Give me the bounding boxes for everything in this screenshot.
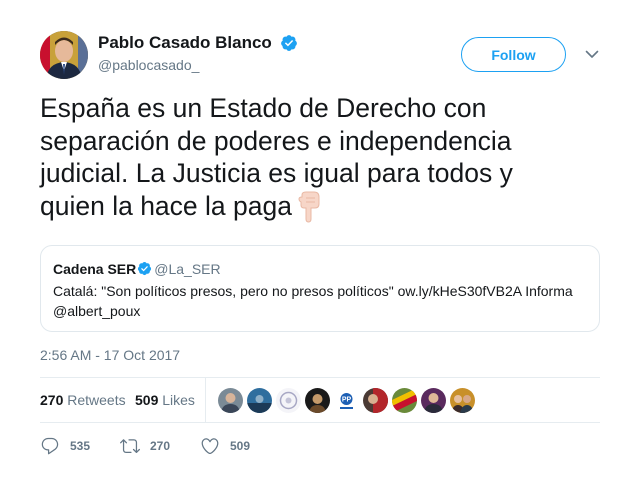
- author-avatar[interactable]: [40, 31, 88, 79]
- tweet-timestamp[interactable]: 2:56 AM - 17 Oct 2017: [40, 347, 180, 363]
- liker-avatar[interactable]: [421, 388, 446, 413]
- quoted-tweet-header: Cadena SER @La_SER: [53, 260, 587, 278]
- chevron-down-icon[interactable]: [584, 46, 600, 62]
- like-count: 509: [230, 439, 251, 453]
- likes-label: Likes: [162, 392, 195, 408]
- author-handle[interactable]: @pablocasado_: [98, 57, 298, 73]
- heart-icon: [201, 438, 219, 455]
- verified-badge-icon: [138, 261, 152, 276]
- liker-avatar[interactable]: PP: [334, 388, 359, 413]
- liker-avatar[interactable]: [276, 388, 301, 413]
- liker-avatar[interactable]: [247, 388, 272, 413]
- tweet-stats: 270 Retweets 509 Likes PP: [40, 377, 600, 423]
- retweets-label: Retweets: [67, 392, 126, 408]
- quoted-tweet-text: Catalá: "Son políticos presos, pero no p…: [53, 283, 573, 319]
- quoted-author-handle: @La_SER: [154, 261, 221, 277]
- liker-avatar[interactable]: [218, 388, 243, 413]
- svg-text:PP: PP: [342, 397, 352, 404]
- quoted-tweet[interactable]: Cadena SER @La_SER Catalá: "Son político…: [40, 245, 600, 332]
- tweet-text: España es un Estado de Derecho con separ…: [40, 92, 580, 223]
- likes-count: 509: [135, 392, 159, 408]
- verified-badge-icon: [281, 35, 298, 51]
- retweets-stat[interactable]: 270 Retweets: [40, 392, 126, 408]
- reply-action[interactable]: 535: [40, 436, 90, 456]
- stats-divider: [205, 378, 206, 422]
- liker-avatar[interactable]: [450, 388, 475, 413]
- pointing-down-hand-icon: [298, 191, 320, 223]
- like-action[interactable]: 509: [200, 436, 250, 456]
- tweet-text-content: España es un Estado de Derecho con separ…: [40, 93, 513, 221]
- quoted-author-name: Cadena SER: [53, 261, 137, 277]
- author-display-name[interactable]: Pablo Casado Blanco: [98, 33, 272, 53]
- liker-avatar[interactable]: [392, 388, 417, 413]
- retweets-count: 270: [40, 392, 64, 408]
- liker-avatar[interactable]: [363, 388, 388, 413]
- follow-button[interactable]: Follow: [461, 37, 566, 72]
- liker-avatar[interactable]: [305, 388, 330, 413]
- likes-stat[interactable]: 509 Likes: [135, 392, 195, 408]
- retweet-action[interactable]: 270: [120, 436, 170, 456]
- retweet-icon: [120, 439, 140, 454]
- tweet-actions: 535 270 509: [40, 436, 340, 456]
- reply-icon: [41, 437, 59, 455]
- retweet-count: 270: [150, 439, 171, 453]
- reply-count: 535: [70, 439, 91, 453]
- author-name-block: Pablo Casado Blanco @pablocasado_: [98, 33, 298, 73]
- tweet-header: Pablo Casado Blanco @pablocasado_ Follow: [40, 31, 600, 81]
